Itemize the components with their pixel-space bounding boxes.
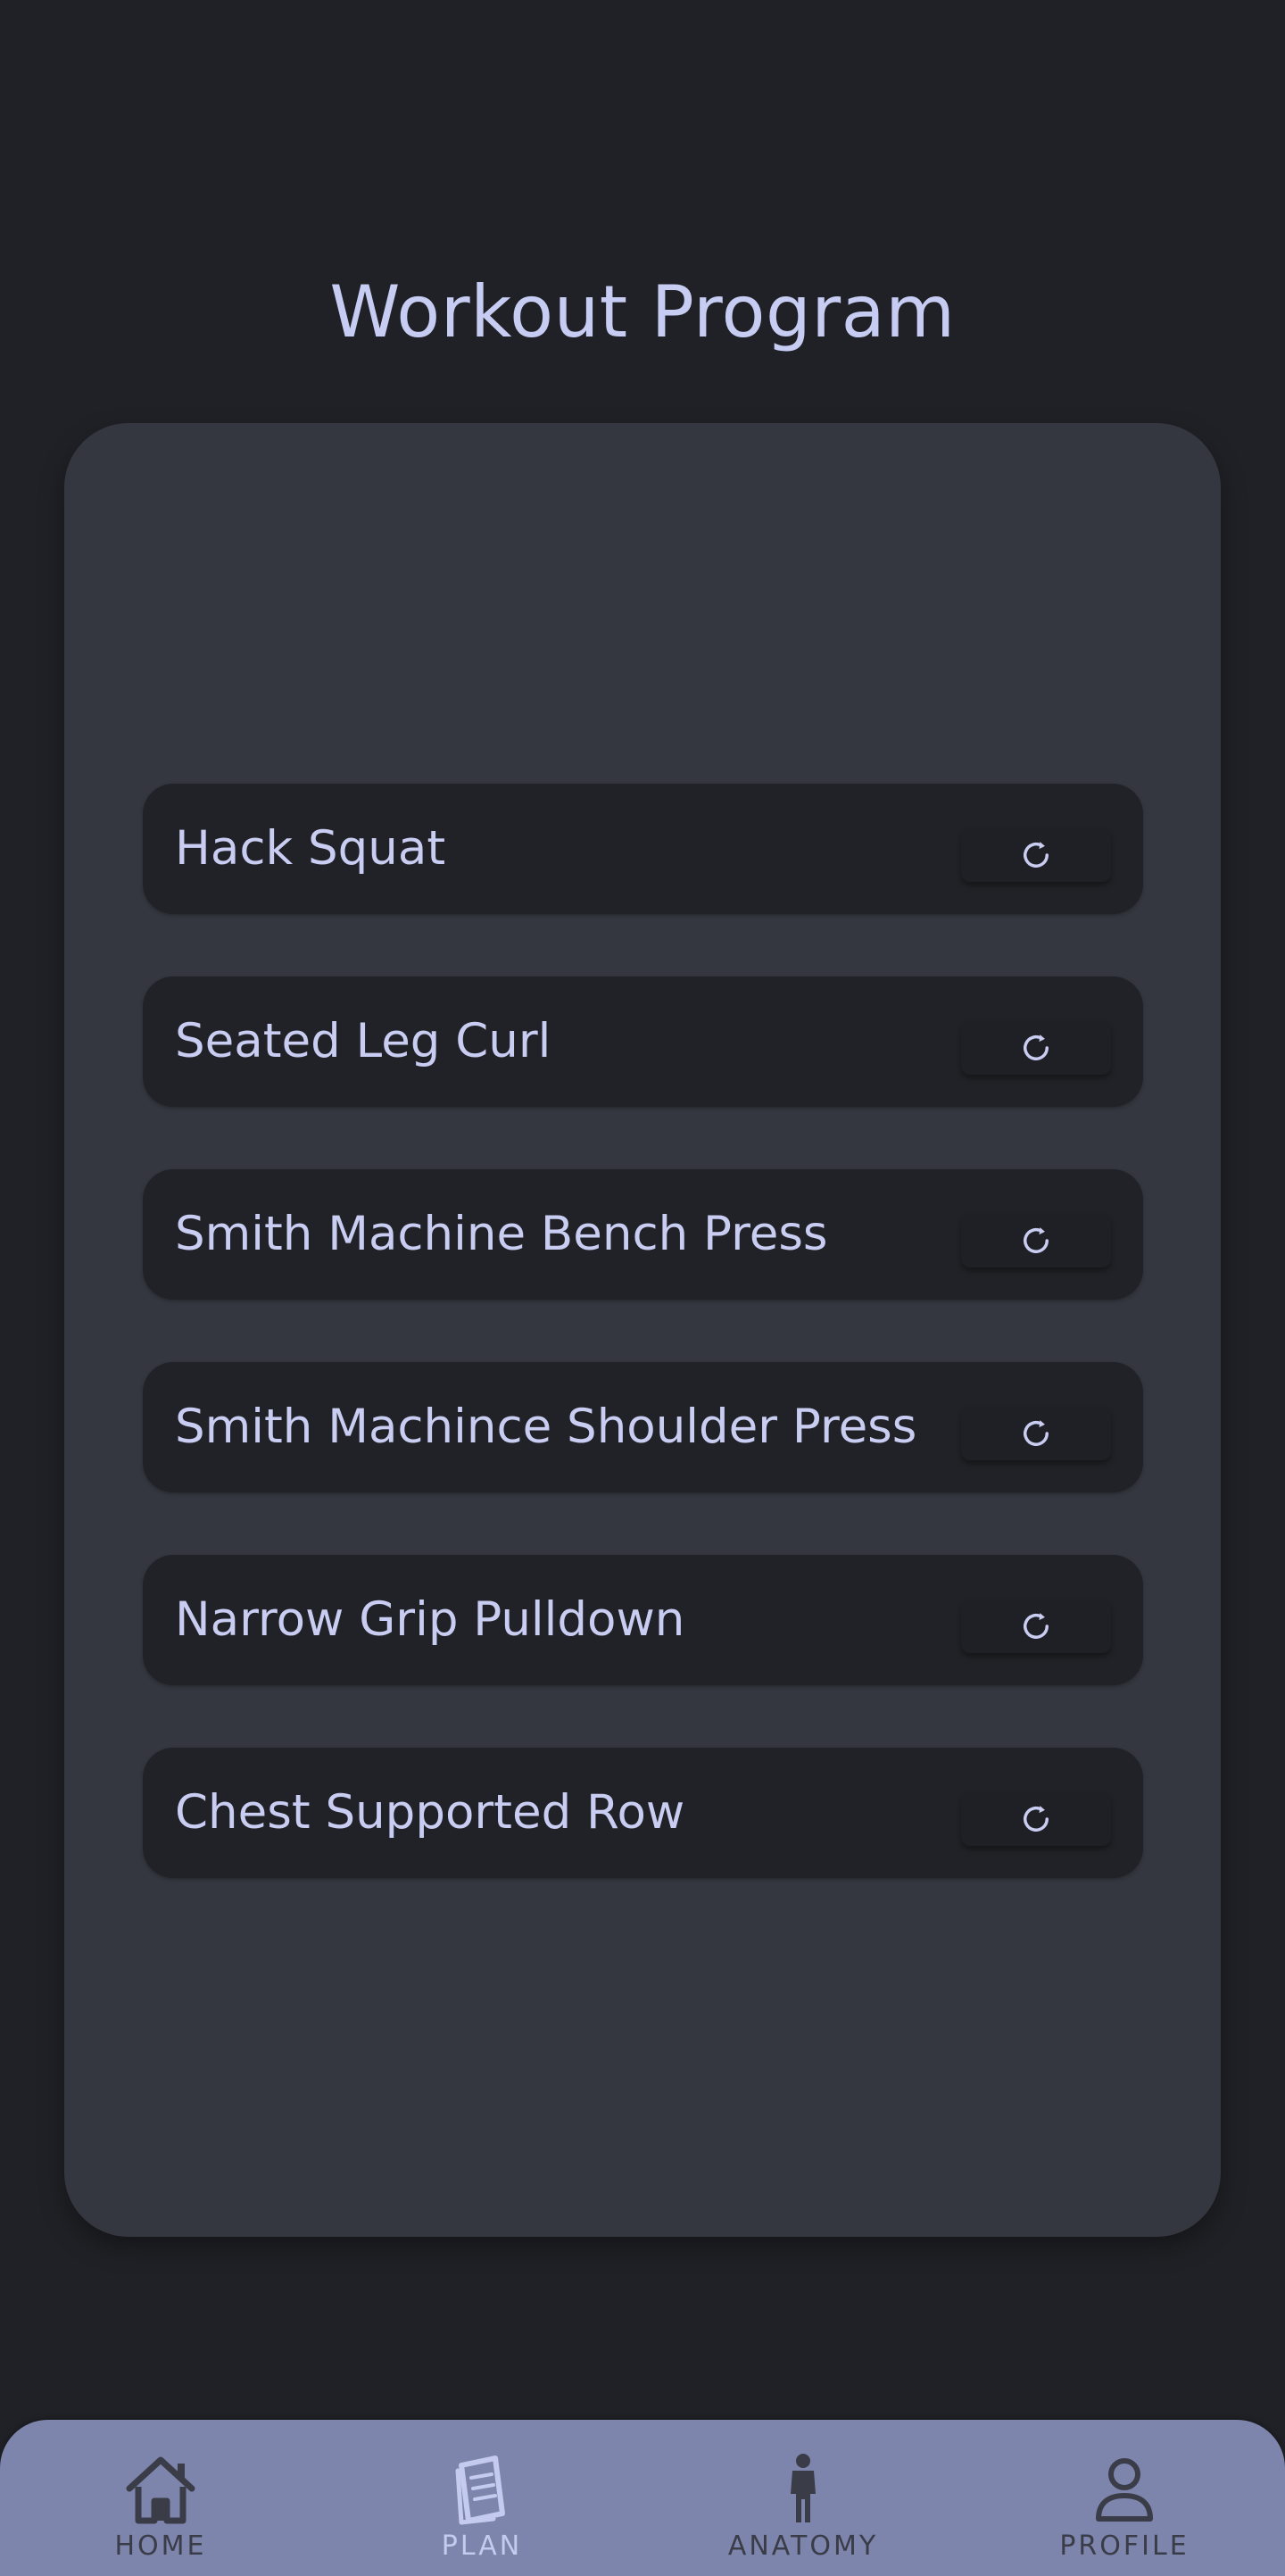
exercise-row-smith-machine-shoulder-press[interactable]: Smith Machince Shoulder Press [143, 1362, 1143, 1492]
person-figure-icon [791, 2454, 816, 2522]
reset-exercise-button[interactable] [961, 1214, 1111, 1267]
exercise-label: Smith Machine Bench Press [175, 1207, 828, 1261]
exercise-row-narrow-grip-pulldown[interactable]: Narrow Grip Pulldown [143, 1555, 1143, 1685]
exercise-row-chest-supported-row[interactable]: Chest Supported Row [143, 1748, 1143, 1878]
nav-item-profile[interactable]: PROFILE [1026, 2420, 1223, 2576]
home-icon [126, 2456, 195, 2524]
nav-label-profile: PROFILE [1059, 2530, 1190, 2562]
nav-label-home: HOME [114, 2530, 207, 2562]
page-title: Workout Program [329, 270, 956, 353]
exercise-row-smith-machine-bench-press[interactable]: Smith Machine Bench Press [143, 1169, 1143, 1300]
exercise-row-seated-leg-curl[interactable]: Seated Leg Curl [143, 976, 1143, 1107]
refresh-icon [1024, 1035, 1049, 1060]
nav-label-anatomy: ANATOMY [727, 2530, 879, 2562]
exercise-row-hack-squat[interactable]: Hack Squat [143, 784, 1143, 914]
reset-exercise-button[interactable] [961, 1407, 1111, 1460]
exercise-label: Hack Squat [175, 821, 446, 876]
exercise-list-card: Hack Squat Seated Leg Curl Smith Machine… [64, 423, 1221, 2237]
exercise-label: Chest Supported Row [175, 1785, 685, 1840]
refresh-icon [1024, 842, 1049, 868]
reset-exercise-button[interactable] [961, 1600, 1111, 1653]
refresh-icon [1024, 1227, 1049, 1253]
plan-document-icon [455, 2456, 505, 2525]
nav-item-anatomy[interactable]: ANATOMY [705, 2420, 901, 2576]
nav-label-plan: PLAN [441, 2530, 523, 2562]
refresh-icon [1024, 1613, 1049, 1639]
exercise-label: Seated Leg Curl [175, 1014, 551, 1068]
profile-icon [1096, 2458, 1153, 2522]
exercise-label: Smith Machince Shoulder Press [175, 1400, 917, 1454]
reset-exercise-button[interactable] [961, 828, 1111, 882]
refresh-icon [1024, 1806, 1049, 1832]
bottom-navigation-bar: HOME PLAN ANATOMY PROFILE [0, 2420, 1285, 2576]
reset-exercise-button[interactable] [961, 1021, 1111, 1075]
nav-item-home[interactable]: HOME [62, 2420, 259, 2576]
refresh-icon [1024, 1420, 1049, 1446]
nav-item-plan[interactable]: PLAN [384, 2420, 580, 2576]
reset-exercise-button[interactable] [961, 1792, 1111, 1846]
workout-program-screen: Workout Program Hack Squat Seated Leg Cu… [0, 0, 1285, 2576]
exercise-label: Narrow Grip Pulldown [175, 1592, 685, 1647]
